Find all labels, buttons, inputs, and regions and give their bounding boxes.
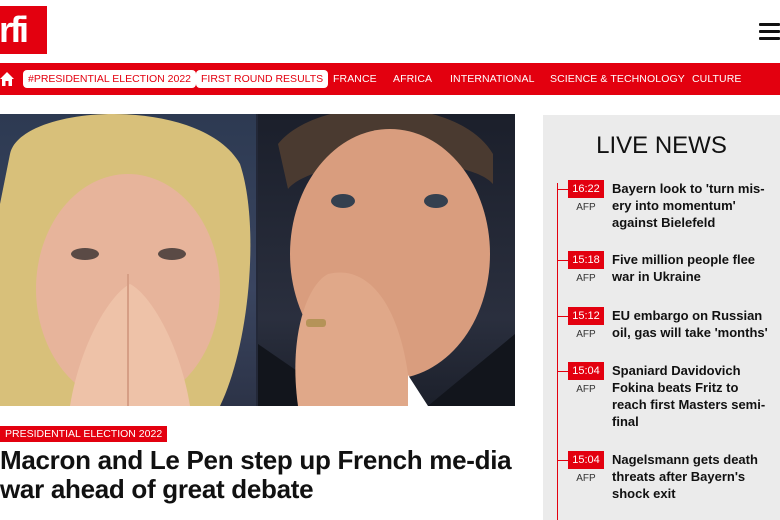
article-tag[interactable]: PRESIDENTIAL ELECTION 2022 <box>0 426 168 442</box>
live-news-source: AFP <box>576 202 596 213</box>
nav-link-science-technology[interactable]: SCIENCE & TECHNOLOGY <box>550 70 685 88</box>
main-nav: #PRESIDENTIAL ELECTION 2022 FIRST ROUND … <box>0 63 780 95</box>
live-news-time: 15:18 <box>568 251 604 269</box>
live-news-source: AFP <box>576 273 596 284</box>
nav-link-international[interactable]: INTERNATIONAL <box>450 70 535 88</box>
live-news-title: LIVE NEWS <box>596 132 727 159</box>
logo-text: rfi <box>0 9 29 50</box>
nav-pill-presidential-election[interactable]: #PRESIDENTIAL ELECTION 2022 <box>23 70 197 88</box>
live-news-panel: LIVE NEWS 16:22 AFP Bayern look to 'turn… <box>543 115 780 520</box>
nav-link-culture[interactable]: CULTURE <box>692 70 742 88</box>
live-news-headline[interactable]: Nagelsmann gets death threats after Baye… <box>612 451 774 502</box>
hero-photo-left <box>0 114 256 406</box>
live-news-headline[interactable]: EU embargo on Russian oil, gas will take… <box>612 307 774 341</box>
rfi-logo[interactable]: rfi <box>0 6 47 54</box>
hero-photo-right <box>258 114 515 406</box>
live-news-source: AFP <box>576 473 596 484</box>
live-news-time: 15:04 <box>568 451 604 469</box>
hamburger-menu-icon[interactable] <box>759 23 780 41</box>
nav-link-africa[interactable]: AFRICA <box>393 70 432 88</box>
live-news-time: 15:04 <box>568 362 604 380</box>
hero-image[interactable] <box>0 114 515 406</box>
home-icon[interactable] <box>0 71 14 87</box>
live-news-headline[interactable]: Bayern look to 'turn mis-ery into moment… <box>612 180 774 231</box>
timeline-line <box>557 183 558 520</box>
site-header: rfi <box>0 0 780 63</box>
nav-link-france[interactable]: FRANCE <box>333 70 377 88</box>
live-news-headline[interactable]: Spaniard Davidovich Fokina beats Fritz t… <box>612 362 774 430</box>
nav-pill-first-round-results[interactable]: FIRST ROUND RESULTS <box>196 70 329 88</box>
live-news-time: 16:22 <box>568 180 604 198</box>
live-news-headline[interactable]: Five million people flee war in Ukraine <box>612 251 774 285</box>
article-headline[interactable]: Macron and Le Pen step up French me-dia … <box>0 446 515 504</box>
live-news-source: AFP <box>576 329 596 340</box>
live-news-source: AFP <box>576 384 596 395</box>
live-news-time: 15:12 <box>568 307 604 325</box>
